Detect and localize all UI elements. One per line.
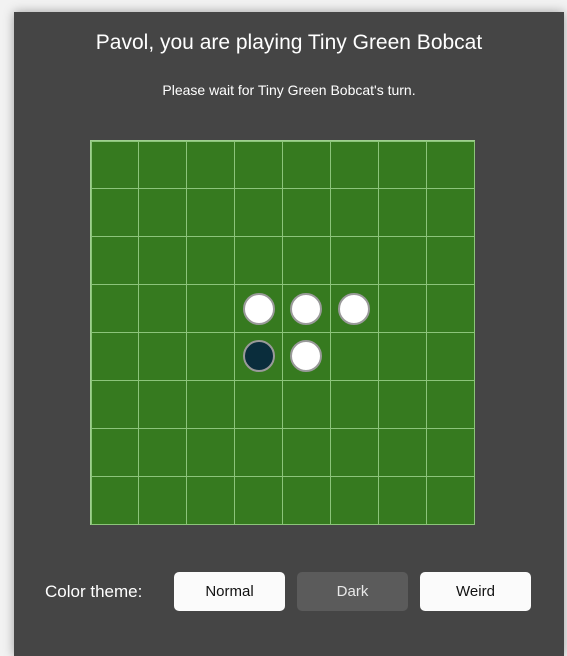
board-cell[interactable] [186, 140, 236, 190]
board-cell[interactable] [377, 379, 427, 429]
color-theme-label: Color theme: [45, 582, 143, 601]
board-cell[interactable] [186, 188, 236, 238]
board-cell[interactable] [282, 236, 331, 286]
board-cell[interactable] [90, 379, 140, 429]
board-cell[interactable] [425, 140, 475, 190]
board-cell[interactable] [186, 332, 236, 381]
board-cell[interactable] [234, 188, 283, 238]
board-cell[interactable] [329, 379, 379, 429]
board-cell[interactable] [425, 332, 475, 381]
board-cell[interactable] [186, 236, 236, 286]
board-cell[interactable] [186, 475, 236, 525]
board-cell[interactable] [90, 236, 140, 286]
board-cell[interactable] [90, 284, 140, 333]
board-cell[interactable] [377, 236, 427, 286]
board-cell[interactable] [425, 475, 475, 525]
white-disc [290, 292, 323, 325]
board-cell[interactable] [138, 140, 188, 190]
board-cell[interactable] [329, 188, 379, 238]
board-cell[interactable] [282, 332, 331, 381]
board-cell[interactable] [90, 332, 140, 381]
board-cell[interactable] [234, 140, 283, 190]
board-cell[interactable] [377, 427, 427, 477]
board-cell[interactable] [138, 332, 188, 381]
board-cell[interactable] [138, 475, 188, 525]
white-disc [338, 292, 371, 325]
board-cell[interactable] [234, 427, 283, 477]
board-cell[interactable] [329, 332, 379, 381]
board-cell[interactable] [234, 332, 283, 381]
board-cell[interactable] [377, 475, 427, 525]
board-cell[interactable] [186, 379, 236, 429]
board-cell[interactable] [425, 427, 475, 477]
board-cell[interactable] [138, 379, 188, 429]
board-cell[interactable] [377, 284, 427, 333]
board-cell[interactable] [234, 475, 283, 525]
board-cell[interactable] [329, 284, 379, 333]
turn-status: Please wait for Tiny Green Bobcat's turn… [162, 82, 416, 98]
board-cell[interactable] [138, 427, 188, 477]
white-disc [242, 292, 275, 325]
board-cell[interactable] [90, 427, 140, 477]
board-cell[interactable] [329, 427, 379, 477]
theme-normal-button[interactable]: Normal [174, 572, 285, 611]
color-theme-selector: Color theme: Normal Dark Weird [14, 572, 564, 612]
game-title: Pavol, you are playing Tiny Green Bobcat [95, 31, 483, 54]
board-cell[interactable] [377, 140, 427, 190]
board-cell[interactable] [282, 284, 331, 333]
board-cell[interactable] [282, 188, 331, 238]
board-cell[interactable] [377, 332, 427, 381]
board-cell[interactable] [234, 236, 283, 286]
board-cell[interactable] [186, 284, 236, 333]
board-cell[interactable] [138, 188, 188, 238]
board-cell[interactable] [138, 284, 188, 333]
board-cell[interactable] [186, 427, 236, 477]
black-disc [242, 340, 275, 373]
board-cell[interactable] [425, 379, 475, 429]
board-cell[interactable] [377, 188, 427, 238]
board-cell[interactable] [282, 140, 331, 190]
board-cell[interactable] [329, 475, 379, 525]
board-cell[interactable] [90, 475, 140, 525]
board-cell[interactable] [425, 188, 475, 238]
board-cell[interactable] [138, 236, 188, 286]
board-cell[interactable] [425, 236, 475, 286]
board-cell[interactable] [90, 140, 140, 190]
theme-dark-button[interactable]: Dark [297, 572, 408, 611]
board-cell[interactable] [90, 188, 140, 238]
board-cell[interactable] [425, 284, 475, 333]
board-cell[interactable] [282, 427, 331, 477]
board-cell[interactable] [282, 379, 331, 429]
board-cell[interactable] [329, 140, 379, 190]
game-board [90, 140, 475, 525]
theme-weird-button[interactable]: Weird [420, 572, 531, 611]
game-panel: Pavol, you are playing Tiny Green Bobcat… [14, 12, 564, 656]
board-cell[interactable] [234, 379, 283, 429]
board-cell[interactable] [234, 284, 283, 333]
white-disc [290, 340, 323, 373]
board-cell[interactable] [329, 236, 379, 286]
board-cell[interactable] [282, 475, 331, 525]
